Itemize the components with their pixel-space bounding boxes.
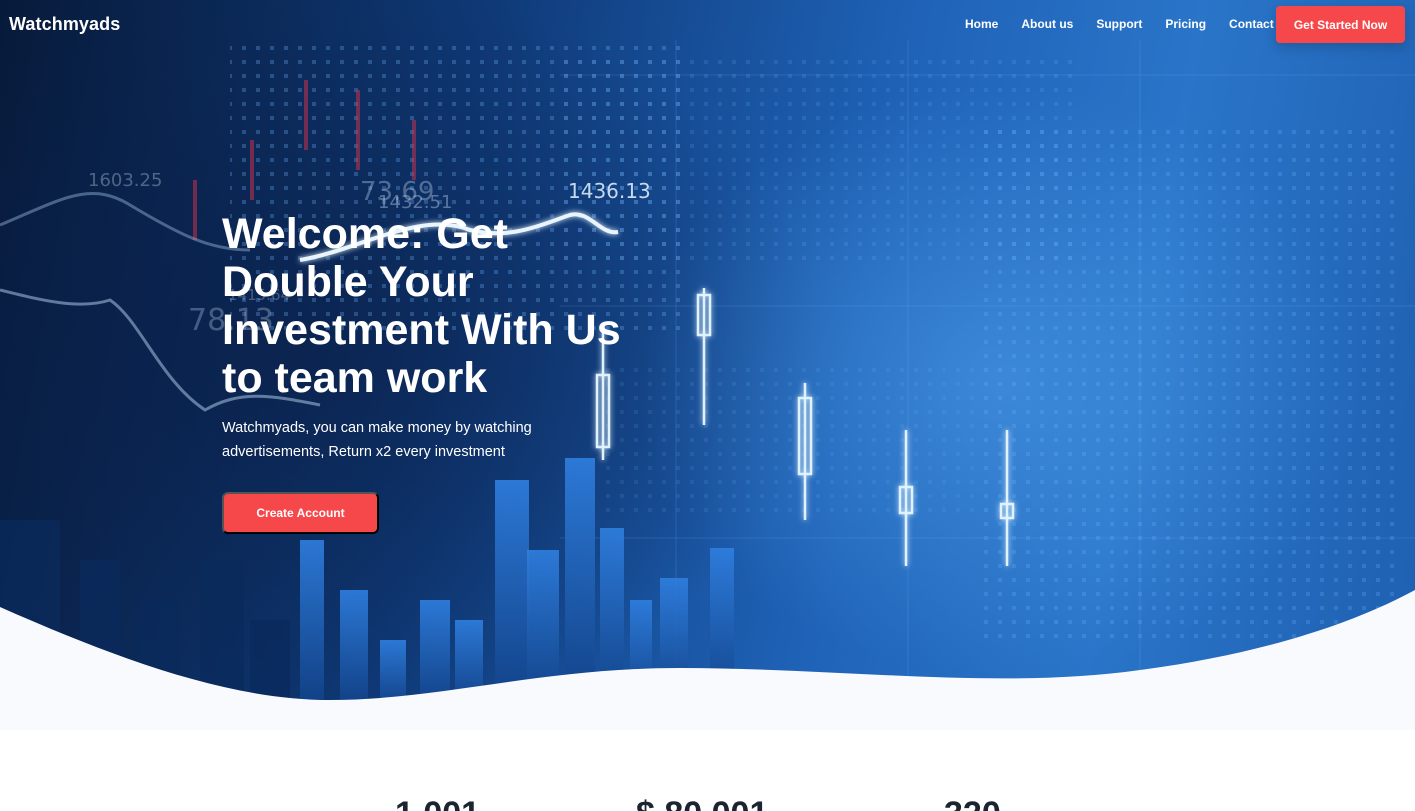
stat-value-1: 1,001 <box>395 794 480 811</box>
hero-headline: Welcome: Get Double Your Investment With… <box>222 210 621 402</box>
stat-value-3: 320 <box>944 794 1001 811</box>
nav-contact[interactable]: Contact <box>1229 17 1274 31</box>
stats-section: 1,001 $ 80,001 320 <box>0 730 1415 811</box>
main-nav: Home About us Support Pricing Contact <box>965 17 1297 31</box>
brand-logo[interactable]: Watchmyads <box>9 14 120 35</box>
nav-support[interactable]: Support <box>1096 17 1142 31</box>
create-account-button[interactable]: Create Account <box>222 492 379 534</box>
nav-pricing[interactable]: Pricing <box>1165 17 1206 31</box>
nav-home[interactable]: Home <box>965 17 998 31</box>
hero-subtext: Watchmyads, you can make money by watchi… <box>222 420 532 460</box>
stat-value-2: $ 80,001 <box>636 794 768 811</box>
hero-wave-divider <box>0 590 1415 730</box>
get-started-button[interactable]: Get Started Now <box>1276 6 1405 43</box>
nav-about-us[interactable]: About us <box>1021 17 1073 31</box>
hero-section: 1436.13 1603.25 73.69 1432.51 1415.64 78… <box>0 0 1415 730</box>
